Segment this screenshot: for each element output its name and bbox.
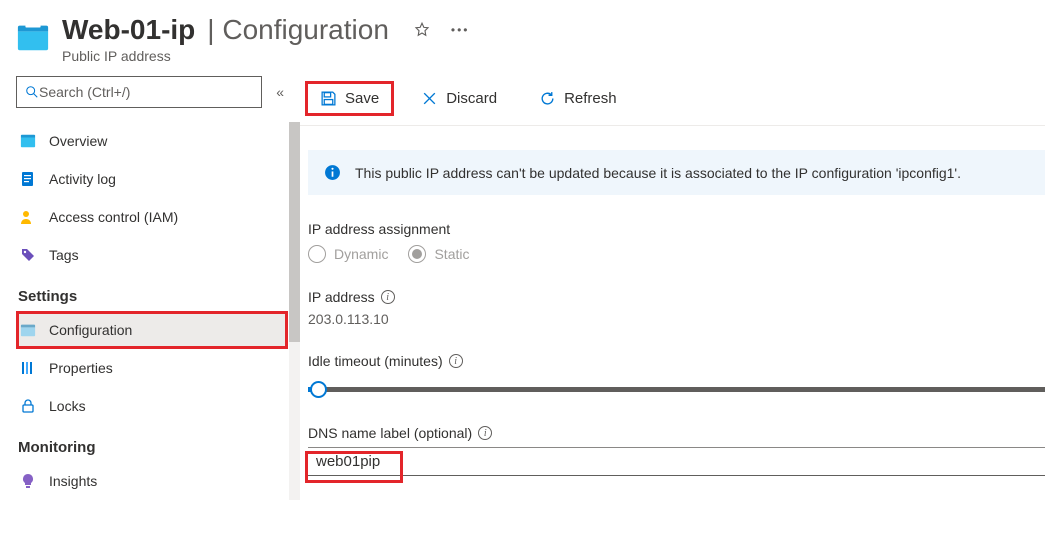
sidebar-item-label: Activity log [49,171,116,187]
save-button[interactable]: Save [308,84,391,113]
refresh-button[interactable]: Refresh [527,84,629,113]
idle-timeout-slider[interactable] [308,379,1045,399]
radio-dynamic [308,245,326,263]
sidebar-section-settings: Settings [16,274,288,311]
properties-icon [20,360,36,376]
overview-icon [20,133,36,149]
ip-assignment-field: IP address assignment Dynamic Static [308,221,1045,263]
resource-icon [16,20,50,54]
sidebar: « Overview Activity log Access control (… [0,76,300,546]
dns-name-field: DNS name label (optional) i web01pip [308,425,1045,476]
sidebar-item-label: Overview [49,133,107,149]
resource-type: Public IP address [62,48,470,64]
collapse-sidebar-icon[interactable]: « [276,84,284,100]
sidebar-item-label: Tags [49,247,79,263]
page-title: | Configuration [207,14,389,46]
sidebar-item-activity-log[interactable]: Activity log [16,160,288,198]
sidebar-nav: Overview Activity log Access control (IA… [16,122,300,500]
configuration-icon [20,322,36,338]
sidebar-item-label: Properties [49,360,113,376]
resource-name: Web-01-ip [62,14,195,46]
insights-icon [20,473,36,489]
ip-address-value: 203.0.113.10 [308,311,1045,327]
ip-assignment-label: IP address assignment [308,221,1045,237]
sidebar-item-properties[interactable]: Properties [16,349,288,387]
info-icon [324,164,341,181]
sidebar-item-label: Access control (IAM) [49,209,178,225]
save-icon [320,90,337,107]
slider-thumb[interactable] [310,381,327,398]
sidebar-scrollbar[interactable] [289,122,300,500]
idle-timeout-label: Idle timeout (minutes) [308,353,443,369]
refresh-button-label: Refresh [564,90,617,107]
info-i-icon[interactable]: i [381,290,395,304]
info-banner-text: This public IP address can't be updated … [355,165,961,181]
info-banner: This public IP address can't be updated … [308,150,1045,195]
tags-icon [20,247,36,263]
sidebar-item-access-control[interactable]: Access control (IAM) [16,198,288,236]
page-header: Web-01-ip | Configuration ••• Public IP … [0,0,1045,76]
sidebar-item-label: Locks [49,398,86,414]
search-icon [25,85,39,99]
discard-icon [421,90,438,107]
locks-icon [20,398,36,414]
sidebar-item-label: Insights [49,473,97,489]
info-i-icon[interactable]: i [449,354,463,368]
access-control-icon [20,209,36,225]
radio-static-label: Static [434,246,469,262]
more-icon[interactable]: ••• [451,23,470,37]
dns-highlight: web01pip [308,454,400,480]
sidebar-item-overview[interactable]: Overview [16,122,288,160]
dns-name-input[interactable] [308,448,1045,476]
info-i-icon[interactable]: i [478,426,492,440]
sidebar-item-configuration[interactable]: Configuration [16,311,288,349]
dns-name-label: DNS name label (optional) [308,425,472,441]
sidebar-item-locks[interactable]: Locks [16,387,288,425]
search-input[interactable] [39,84,253,100]
refresh-icon [539,90,556,107]
main-content: Save Discard Refresh This public IP addr… [300,76,1045,546]
radio-static [408,245,426,263]
save-button-label: Save [345,90,379,107]
sidebar-item-tags[interactable]: Tags [16,236,288,274]
activity-log-icon [20,171,36,187]
idle-timeout-field: Idle timeout (minutes) i [308,353,1045,399]
sidebar-item-label: Configuration [49,322,132,338]
sidebar-section-monitoring: Monitoring [16,425,288,462]
discard-button[interactable]: Discard [409,84,509,113]
toolbar: Save Discard Refresh [300,76,1045,126]
ip-address-label: IP address [308,289,375,305]
sidebar-item-insights[interactable]: Insights [16,462,288,500]
discard-button-label: Discard [446,90,497,107]
sidebar-search[interactable] [16,76,262,108]
favorite-icon[interactable] [413,21,431,39]
ip-address-field: IP address i 203.0.113.10 [308,289,1045,327]
radio-dynamic-label: Dynamic [334,246,388,262]
